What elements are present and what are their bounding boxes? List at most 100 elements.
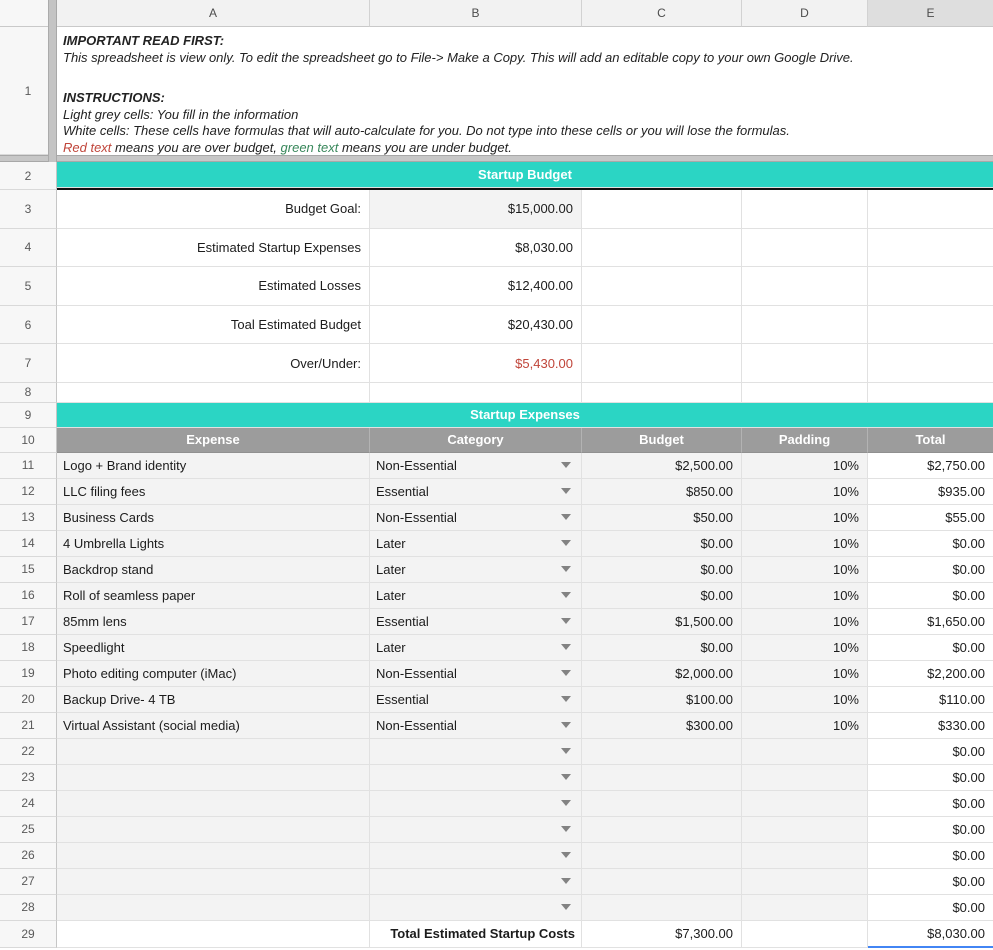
- budget-value-cell[interactable]: $15,000.00: [370, 190, 582, 229]
- padding-percent-cell[interactable]: 10%: [742, 635, 868, 661]
- category-dropdown-cell[interactable]: Non-Essential: [370, 453, 582, 479]
- expense-name-cell[interactable]: [57, 869, 370, 895]
- chevron-down-icon[interactable]: [561, 826, 571, 832]
- expense-name-cell[interactable]: [57, 817, 370, 843]
- empty-cell[interactable]: [742, 921, 868, 948]
- total-amount-cell[interactable]: $935.00: [868, 479, 993, 505]
- category-dropdown-cell[interactable]: Later: [370, 635, 582, 661]
- chevron-down-icon[interactable]: [561, 774, 571, 780]
- total-amount-cell[interactable]: $1,650.00: [868, 609, 993, 635]
- empty-cell[interactable]: [742, 306, 868, 345]
- chevron-down-icon[interactable]: [561, 540, 571, 546]
- total-amount-cell[interactable]: $0.00: [868, 531, 993, 557]
- expense-name-cell[interactable]: [57, 739, 370, 765]
- budget-amount-cell[interactable]: $300.00: [582, 713, 742, 739]
- row-header[interactable]: 3: [0, 190, 57, 229]
- empty-cell[interactable]: [868, 229, 993, 268]
- padding-percent-cell[interactable]: 10%: [742, 583, 868, 609]
- expense-name-cell[interactable]: Business Cards: [57, 505, 370, 531]
- empty-cell[interactable]: [582, 306, 742, 345]
- budget-column-header[interactable]: Budget: [582, 428, 742, 453]
- expense-name-cell[interactable]: [57, 765, 370, 791]
- budget-value-cell[interactable]: $8,030.00: [370, 229, 582, 268]
- instructions-cell[interactable]: IMPORTANT READ FIRST: This spreadsheet i…: [57, 27, 993, 155]
- chevron-down-icon[interactable]: [561, 800, 571, 806]
- chevron-down-icon[interactable]: [561, 852, 571, 858]
- column-header-a[interactable]: A: [57, 0, 370, 27]
- row-header[interactable]: 27: [0, 869, 57, 895]
- empty-cell[interactable]: [742, 383, 868, 403]
- total-amount-cell[interactable]: $0.00: [868, 817, 993, 843]
- category-dropdown-cell[interactable]: [370, 765, 582, 791]
- category-dropdown-cell[interactable]: Essential: [370, 687, 582, 713]
- category-dropdown-cell[interactable]: [370, 843, 582, 869]
- budget-amount-cell[interactable]: $2,500.00: [582, 453, 742, 479]
- column-header-c[interactable]: C: [582, 0, 742, 27]
- grand-total-cell[interactable]: $8,030.00: [868, 921, 993, 948]
- row-header[interactable]: 2: [0, 162, 57, 190]
- row-header[interactable]: 9: [0, 403, 57, 428]
- row-header[interactable]: 26: [0, 843, 57, 869]
- row-header[interactable]: 12: [0, 479, 57, 505]
- chevron-down-icon[interactable]: [561, 592, 571, 598]
- budget-amount-cell[interactable]: [582, 843, 742, 869]
- total-amount-cell[interactable]: $0.00: [868, 635, 993, 661]
- total-column-header[interactable]: Total: [868, 428, 993, 453]
- row-header[interactable]: 14: [0, 531, 57, 557]
- expense-name-cell[interactable]: LLC filing fees: [57, 479, 370, 505]
- column-header-d[interactable]: D: [742, 0, 868, 27]
- row-header[interactable]: 23: [0, 765, 57, 791]
- row-header[interactable]: 17: [0, 609, 57, 635]
- category-dropdown-cell[interactable]: Later: [370, 557, 582, 583]
- expense-name-cell[interactable]: Backup Drive- 4 TB: [57, 687, 370, 713]
- padding-percent-cell[interactable]: [742, 765, 868, 791]
- total-amount-cell[interactable]: $0.00: [868, 583, 993, 609]
- row-header[interactable]: 4: [0, 229, 57, 268]
- padding-percent-cell[interactable]: 10%: [742, 609, 868, 635]
- expense-name-cell[interactable]: Speedlight: [57, 635, 370, 661]
- expense-name-cell[interactable]: 85mm lens: [57, 609, 370, 635]
- padding-percent-cell[interactable]: [742, 843, 868, 869]
- expenses-banner-cell[interactable]: Startup Expenses: [57, 403, 993, 428]
- budget-value-cell[interactable]: $5,430.00: [370, 344, 582, 383]
- row-header[interactable]: 21: [0, 713, 57, 739]
- row-header[interactable]: 22: [0, 739, 57, 765]
- row-header[interactable]: 25: [0, 817, 57, 843]
- row-header[interactable]: 18: [0, 635, 57, 661]
- expense-name-cell[interactable]: [57, 895, 370, 921]
- chevron-down-icon[interactable]: [561, 618, 571, 624]
- padding-percent-cell[interactable]: [742, 791, 868, 817]
- row-header[interactable]: 8: [0, 383, 57, 403]
- empty-cell[interactable]: [582, 267, 742, 306]
- budget-amount-cell[interactable]: $850.00: [582, 479, 742, 505]
- row-header[interactable]: 24: [0, 791, 57, 817]
- empty-cell[interactable]: [582, 383, 742, 403]
- total-amount-cell[interactable]: $330.00: [868, 713, 993, 739]
- budget-amount-cell[interactable]: $0.00: [582, 557, 742, 583]
- category-dropdown-cell[interactable]: Essential: [370, 609, 582, 635]
- row-header[interactable]: 29: [0, 921, 57, 948]
- row-header[interactable]: 20: [0, 687, 57, 713]
- padding-percent-cell[interactable]: 10%: [742, 713, 868, 739]
- row-header[interactable]: 13: [0, 505, 57, 531]
- empty-cell[interactable]: [868, 383, 993, 403]
- total-amount-cell[interactable]: $0.00: [868, 895, 993, 921]
- row-header[interactable]: 10: [0, 428, 57, 453]
- budget-amount-cell[interactable]: $0.00: [582, 583, 742, 609]
- total-amount-cell[interactable]: $0.00: [868, 739, 993, 765]
- padding-percent-cell[interactable]: [742, 869, 868, 895]
- expense-name-cell[interactable]: 4 Umbrella Lights: [57, 531, 370, 557]
- budget-label-cell[interactable]: Budget Goal:: [57, 190, 370, 229]
- category-dropdown-cell[interactable]: Non-Essential: [370, 505, 582, 531]
- total-amount-cell[interactable]: $0.00: [868, 869, 993, 895]
- row-header[interactable]: 7: [0, 344, 57, 383]
- total-amount-cell[interactable]: $55.00: [868, 505, 993, 531]
- budget-label-cell[interactable]: Estimated Startup Expenses: [57, 229, 370, 268]
- frozen-row-divider[interactable]: [0, 155, 993, 162]
- expense-name-cell[interactable]: Backdrop stand: [57, 557, 370, 583]
- frozen-pane-corner-bar[interactable]: [48, 0, 57, 162]
- total-amount-cell[interactable]: $0.00: [868, 557, 993, 583]
- empty-cell[interactable]: [57, 921, 370, 948]
- empty-cell[interactable]: [868, 306, 993, 345]
- chevron-down-icon[interactable]: [561, 566, 571, 572]
